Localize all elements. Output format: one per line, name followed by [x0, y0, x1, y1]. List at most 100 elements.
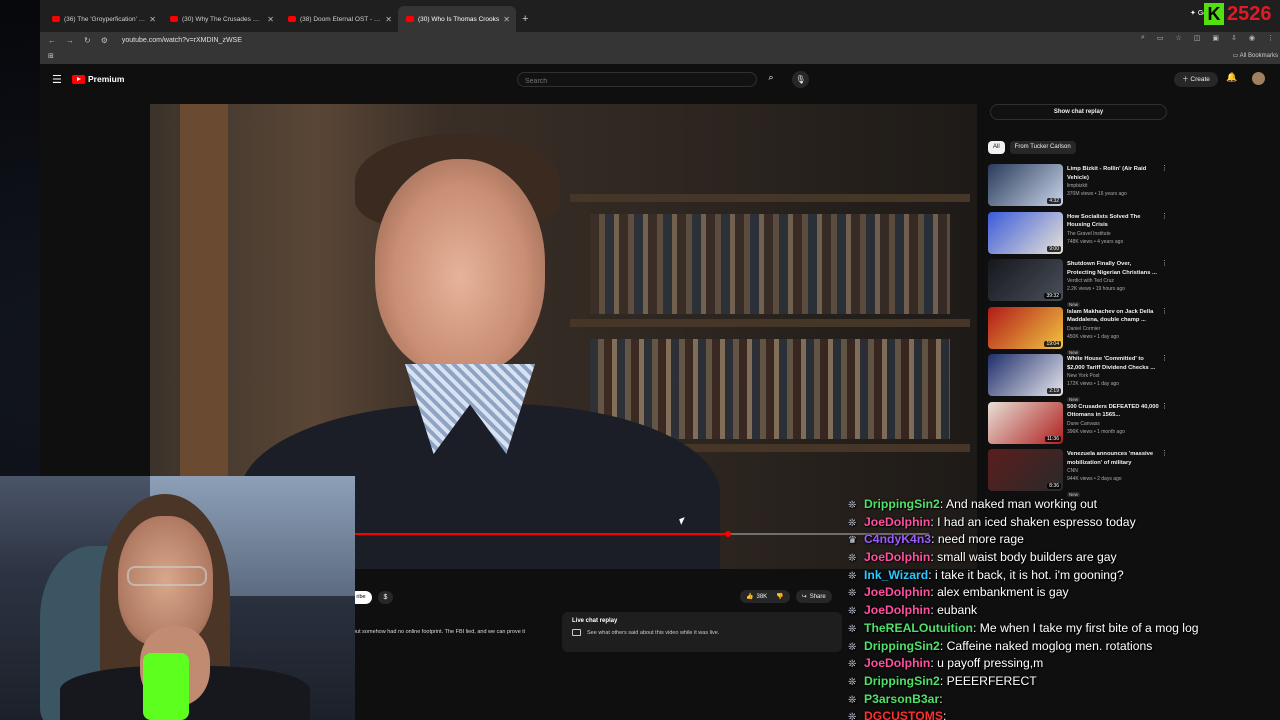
show-chat-replay-button[interactable]: Show chat replay	[990, 104, 1167, 120]
video-title[interactable]: Shutdown Finally Over, Protecting Nigeri…	[1067, 260, 1159, 277]
chat-message: ❊ TheREALOutuition: Me when I take my fir…	[848, 620, 1280, 638]
split-view-icon[interactable]: ▣	[1212, 34, 1219, 42]
downloads-icon[interactable]: ⇩	[1231, 34, 1237, 42]
recommended-video[interactable]: 2:19 White House 'Committed' to $2,000 Ta…	[988, 354, 1168, 402]
chat-colon: :	[939, 638, 947, 653]
bookmark-star-icon[interactable]: ☆	[1175, 34, 1181, 42]
video-thumbnail[interactable]: 11:36	[988, 401, 1063, 444]
url-field[interactable]: youtube.com/watch?v=rXMDIN_zWSE	[122, 37, 242, 44]
apps-grid-icon[interactable]: ⊞	[48, 52, 54, 60]
video-thumbnail[interactable]: 4:32	[988, 164, 1063, 206]
browser-tab[interactable]: (30) Who Is Thomas Crooks ✕	[398, 6, 516, 32]
channel-name[interactable]: Verdict with Ted Cruz	[1067, 277, 1159, 285]
reload-icon[interactable]: ↻	[84, 36, 91, 45]
voice-search-icon[interactable]: 🎙	[792, 71, 809, 88]
account-avatar[interactable]	[1252, 72, 1265, 85]
chat-message: ♛ C4ndyK4n3: need more rage	[848, 531, 1280, 549]
thumbs-up-icon: 👍	[746, 594, 754, 600]
recommended-video[interactable]: 4:32 Limp Bizkit - Rollin' (Air Raid Vehi…	[988, 164, 1168, 211]
recommended-video[interactable]: 8:36 Venezuela announces 'massive mobiliz…	[988, 449, 1168, 497]
chat-badge-icon: ❊	[848, 517, 857, 529]
live-chat-replay-card[interactable]: Live chat replay See what others said ab…	[562, 612, 842, 652]
video-thumbnail[interactable]: 9:00	[988, 211, 1063, 254]
video-thumbnail[interactable]: 2:19	[988, 354, 1063, 396]
chat-username: DrippingSin2	[864, 673, 940, 688]
close-tab-icon[interactable]: ✕	[267, 15, 274, 24]
stream-chat-overlay: ❊ DrippingSin2: And naked man working out…	[848, 496, 1280, 720]
recommended-video[interactable]: 9:00 How Socialists Solved The Housing Cr…	[988, 211, 1168, 259]
more-options-icon[interactable]: ⋮	[1161, 164, 1168, 172]
video-duration: 19:04	[1044, 340, 1061, 347]
video-progress-bar[interactable]	[355, 531, 929, 537]
recommendations-list: 4:32 Limp Bizkit - Rollin' (Air Raid Vehi…	[988, 164, 1168, 497]
video-thumbnail[interactable]: 19:04	[988, 306, 1063, 349]
chat-icon	[572, 629, 581, 636]
channel-name[interactable]: The Gravel Institute	[1067, 230, 1159, 238]
tab-title: (38) Doom Eternal OST - The D	[300, 15, 382, 23]
recommended-video[interactable]: 11:36 500 Crusaders DEFEATED 40,000 Ottom…	[988, 401, 1168, 449]
bookshelf-books	[590, 214, 950, 314]
browser-menu-icon[interactable]: ⋮	[1267, 34, 1274, 42]
video-info: Limp Bizkit - Rollin' (Air Raid Vehicle)…	[1067, 165, 1159, 198]
profile-icon[interactable]: ◉	[1249, 34, 1255, 42]
video-thumbnail[interactable]: 39:32	[988, 259, 1063, 301]
video-title[interactable]: White House 'Committed' to $2,000 Tariff…	[1067, 355, 1159, 372]
more-options-icon[interactable]: ⋮	[1161, 354, 1168, 362]
browser-tab[interactable]: (30) Why The Crusades Were A ✕	[162, 6, 280, 32]
video-title[interactable]: Venezuela announces 'massive mobilizatio…	[1067, 450, 1159, 467]
video-title[interactable]: 500 Crusaders DEFEATED 40,000 Ottomans i…	[1067, 403, 1159, 420]
more-options-icon[interactable]: ⋮	[1161, 402, 1168, 410]
share-button[interactable]: ↪ Share	[795, 590, 832, 603]
channel-name[interactable]: Daniel Cormier	[1067, 325, 1159, 333]
thanks-button[interactable]: $	[378, 591, 393, 604]
video-title[interactable]: Limp Bizkit - Rollin' (Air Raid Vehicle)	[1067, 165, 1159, 182]
video-meta: 944K views • 2 days ago	[1067, 476, 1122, 482]
video-thumbnail[interactable]: 8:36	[988, 449, 1063, 491]
filter-chip[interactable]: All	[988, 141, 1005, 154]
close-tab-icon[interactable]: ✕	[149, 15, 156, 24]
forward-icon[interactable]: →	[66, 36, 74, 45]
video-title[interactable]: How Socialists Solved The Housing Crisis	[1067, 213, 1159, 230]
recommended-video[interactable]: 19:04 Islam Makhachev on Jack Della Madda…	[988, 306, 1168, 355]
more-options-icon[interactable]: ⋮	[1161, 307, 1168, 315]
search-input[interactable]	[517, 72, 757, 87]
all-bookmarks-button[interactable]: ▭ All Bookmarks	[1233, 52, 1278, 59]
youtube-logo-text: Premium	[88, 74, 125, 84]
chat-badge-icon: ❊	[848, 606, 857, 618]
zoom-icon[interactable]: ⌕	[1141, 34, 1145, 42]
close-tab-icon[interactable]: ✕	[385, 15, 392, 24]
channel-name[interactable]: Dune Canvass	[1067, 420, 1159, 428]
site-info-icon[interactable]: ⚙	[101, 36, 108, 45]
more-options-icon[interactable]: ⋮	[1161, 259, 1168, 267]
more-options-icon[interactable]: ⋮	[1161, 212, 1168, 220]
create-button[interactable]: ＋ Create	[1174, 72, 1218, 87]
chat-text: eubank	[937, 603, 978, 618]
back-icon[interactable]: ←	[48, 36, 56, 45]
streamer-glasses	[127, 566, 207, 586]
youtube-logo[interactable]: Premium	[72, 74, 124, 84]
thumbs-down-icon[interactable]: 👎	[776, 593, 783, 600]
browser-tab[interactable]: (38) Doom Eternal OST - The D✕	[280, 6, 398, 32]
new-tab-button[interactable]: +	[522, 13, 528, 25]
extensions-icon[interactable]: ◫	[1194, 34, 1201, 42]
bookshelf-books	[590, 339, 950, 439]
recommended-video[interactable]: 39:32 Shutdown Finally Over, Protecting N…	[988, 259, 1168, 307]
filter-chip[interactable]: From Tucker Carlson	[1009, 141, 1076, 154]
close-tab-icon[interactable]: ✕	[503, 15, 510, 24]
more-options-icon[interactable]: ⋮	[1161, 449, 1168, 457]
channel-name[interactable]: New York Post	[1067, 372, 1159, 380]
channel-name[interactable]: CNN	[1067, 467, 1159, 475]
browser-tab[interactable]: (36) The 'Groyperfication' of th ✕	[44, 6, 162, 32]
channel-name[interactable]: limpbizkit	[1067, 182, 1159, 190]
video-info: Shutdown Finally Over, Protecting Nigeri…	[1067, 260, 1159, 311]
video-info: How Socialists Solved The Housing Crisis…	[1067, 213, 1159, 246]
search-icon[interactable]: ⌕	[759, 72, 783, 87]
like-button[interactable]: 👍 38K 👎	[740, 590, 790, 603]
filter-chips: All From Tucker Carlson	[988, 141, 1076, 154]
cast-icon[interactable]: ▭	[1157, 34, 1164, 42]
description-snippet[interactable]: out somehow had no online footprint. The…	[353, 629, 525, 635]
video-title[interactable]: Islam Makhachev on Jack Della Maddalena,…	[1067, 308, 1159, 325]
hamburger-menu-icon[interactable]: ☰	[52, 73, 62, 86]
notifications-bell-icon[interactable]: 🔔	[1226, 72, 1237, 83]
chat-message: ❊ DrippingSin2: And naked man working out	[848, 496, 1280, 514]
